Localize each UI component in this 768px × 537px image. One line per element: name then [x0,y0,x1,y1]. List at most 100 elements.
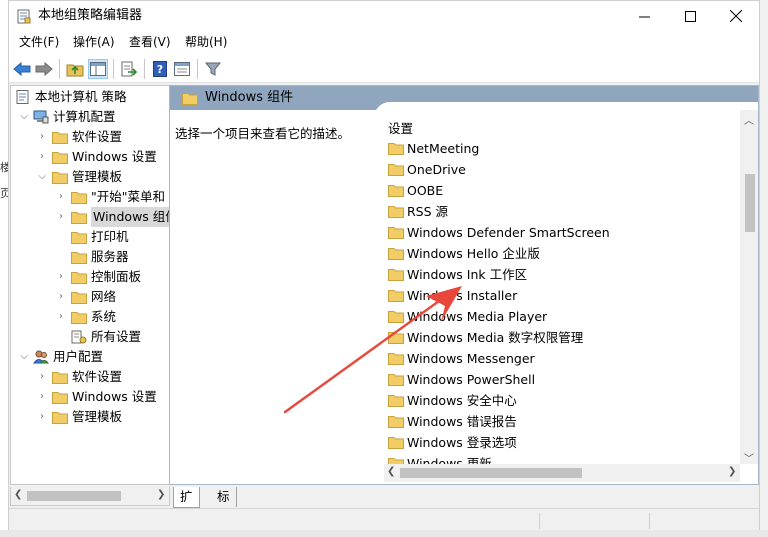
users-icon [33,350,49,364]
menu-bar [9,31,759,54]
tree-label: 计算机配置 [53,109,116,124]
folder-icon [52,372,68,384]
up-one-level-button[interactable] [65,59,85,79]
export-list-button[interactable] [119,59,139,79]
folder-icon [71,272,87,284]
status-bar [9,508,759,531]
tab-standard[interactable]: 标准 [211,487,237,524]
tree-label: 软件设置 [72,369,123,384]
list-item-label: RSS 源 [407,204,449,219]
chevron-right-icon[interactable]: › [37,127,47,147]
tree-label: 所有设置 [91,329,142,344]
list-item-label: Windows Hello 企业版 [407,246,540,261]
arrow-right-icon [35,61,53,77]
folder-icon [71,292,87,304]
chevron-right-icon[interactable]: › [56,267,66,287]
properties-button[interactable] [172,59,192,79]
folder-icon [388,437,404,449]
scroll-up-icon[interactable]: ︿ [744,112,754,127]
chevron-down-icon[interactable]: ⌵ [19,347,29,367]
tree-label: 管理模板 [72,169,123,184]
list-item-label: Windows Defender SmartScreen [407,225,610,240]
show-hide-tree-button[interactable] [88,59,108,79]
scroll-right-icon[interactable]: ❯ [728,466,736,477]
folder-icon [388,353,404,365]
scrollbar-thumb[interactable] [400,468,582,478]
chevron-right-icon[interactable]: › [37,147,47,167]
column-header-setting[interactable]: 设置 [388,118,413,137]
tree-label: 打印机 [91,229,129,244]
chevron-right-icon[interactable]: › [56,187,66,207]
scroll-left-icon[interactable]: ❮ [387,466,395,477]
menu-action[interactable]: 操作(A) [73,35,115,49]
chevron-right-icon[interactable]: › [37,387,47,407]
folder-icon [71,232,87,244]
menu-help[interactable]: 帮助(H) [185,35,227,49]
list-item-label: Windows 登录选项 [407,435,517,450]
status-divider [539,513,540,529]
list-item-label: Windows Ink 工作区 [407,267,528,282]
folder-icon [388,395,404,407]
chevron-right-icon[interactable]: › [37,367,47,387]
status-divider [649,513,650,529]
folder-icon [388,332,404,344]
chevron-right-icon[interactable]: › [37,407,47,427]
folder-icon [388,416,404,428]
folder-icon [52,152,68,164]
filter-button[interactable] [203,59,223,79]
folder-icon [388,290,404,302]
scroll-right-icon[interactable]: ❯ [157,489,165,500]
list-item-label: OneDrive [407,162,466,177]
help-button[interactable]: ? [150,59,170,79]
maximize-button[interactable] [667,1,713,31]
arrow-left-icon [13,61,31,77]
menu-view[interactable]: 查看(V) [129,35,171,49]
folder-icon [71,252,87,264]
chevron-down-icon[interactable]: ⌵ [37,167,47,187]
properties-icon [174,62,190,76]
folder-icon [388,206,404,218]
back-button[interactable] [12,59,32,79]
list-item-label: Windows Installer [407,288,518,303]
chevron-right-icon[interactable]: › [56,287,66,307]
list-item-label: OOBE [407,183,444,198]
tree-label: "开始"菜单和 [91,189,165,204]
menu-file[interactable]: 文件(F) [19,35,59,49]
svg-text:?: ? [157,63,163,76]
list-item-label: Windows 安全中心 [407,393,517,408]
tree-label: 本地计算机 策略 [35,89,127,104]
close-button[interactable] [713,1,759,31]
settings-list[interactable]: 设置 ︿ NetMeeting OneDrive OOBE RSS 源 Wind… [374,102,758,484]
scrollbar-thumb[interactable] [745,174,755,232]
folder-icon [388,248,404,260]
scroll-left-icon[interactable]: ❮ [14,489,22,500]
folder-icon [52,392,68,404]
chevron-down-icon[interactable]: ⌵ [19,107,29,127]
toolbar-separator [59,59,60,79]
tab-extended[interactable]: 扩展 [173,487,200,524]
list-vertical-scrollbar[interactable]: ︿ ﹀ [740,110,758,465]
scroll-down-icon[interactable]: ﹀ [744,450,754,465]
tree-label: 用户配置 [53,349,104,364]
folder-icon [388,164,404,176]
policy-editor-icon [17,9,31,24]
tree-horizontal-scrollbar[interactable]: ❮ ❯ [10,487,170,506]
help-icon: ? [153,61,167,77]
minimize-icon [638,16,650,17]
folder-icon [182,93,198,105]
forward-button[interactable] [34,59,54,79]
tree-pane[interactable]: 本地计算机 策略 ⌵ 计算机配置 › 软件设置 › Windows 设置 ⌵ 管… [10,85,170,485]
tree-label: Windows 设置 [72,149,157,164]
scrollbar-thumb[interactable] [27,491,121,501]
list-horizontal-scrollbar[interactable]: ❮ ❯ [384,464,740,482]
show-hide-tree-icon [90,62,106,76]
chevron-right-icon[interactable]: › [56,307,66,327]
tree-label: 软件设置 [72,129,123,144]
folder-icon [388,311,404,323]
folder-icon [52,132,68,144]
chevron-right-icon[interactable]: › [56,207,66,227]
list-item-label: Windows 错误报告 [407,414,517,429]
title-bar[interactable]: 本地组策略编辑器 [9,1,759,31]
minimize-button[interactable] [621,1,667,31]
folder-icon [388,143,404,155]
